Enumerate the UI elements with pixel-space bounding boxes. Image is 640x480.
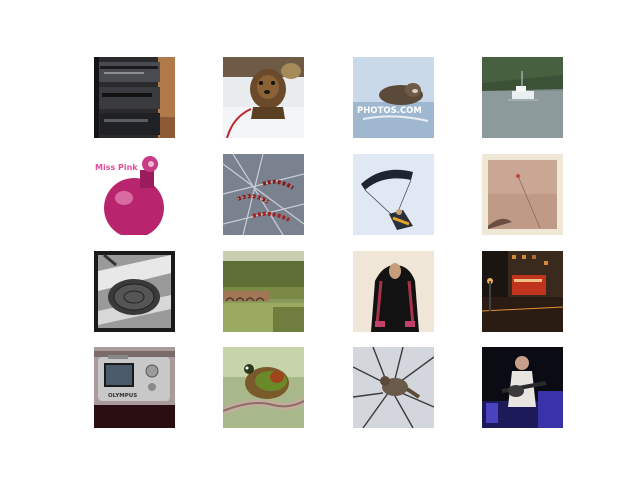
bird-in-tree-photo xyxy=(353,347,434,428)
polaroid-photo xyxy=(482,154,563,235)
image-tile-guitarist xyxy=(482,347,563,428)
image-tile-stereo xyxy=(94,57,175,138)
watermark-text: PHOTOS.COM xyxy=(357,106,422,116)
boat-photo xyxy=(482,57,563,138)
skydiver-photo xyxy=(353,154,434,235)
image-tile-skydiver xyxy=(353,154,434,235)
puppy-photo xyxy=(223,57,304,138)
image-tile-abaya xyxy=(353,251,434,332)
hummingbird-photo xyxy=(223,347,304,428)
viaduct-photo xyxy=(223,251,304,332)
night-street-photo xyxy=(482,251,563,332)
camera-brand-text: OLYMPUS xyxy=(108,393,137,399)
image-tile-polaroid xyxy=(482,154,563,235)
image-tile-camera: OLYMPUS xyxy=(94,347,175,428)
abaya-photo xyxy=(353,251,434,332)
perfume-photo: Miss Pink xyxy=(94,154,175,235)
image-tile-collars xyxy=(223,154,304,235)
perfume-label-text: Miss Pink xyxy=(95,163,138,172)
image-tile-perfume: Miss Pink xyxy=(94,154,175,235)
camera-photo: OLYMPUS xyxy=(94,347,175,428)
image-tile-manhole xyxy=(94,251,175,332)
stereo-photo xyxy=(94,57,175,138)
guitarist-photo xyxy=(482,347,563,428)
image-tile-night-street xyxy=(482,251,563,332)
image-tile-hummingbird xyxy=(223,347,304,428)
image-tile-viaduct xyxy=(223,251,304,332)
manhole-photo xyxy=(94,251,175,332)
otter-photo: PHOTOS.COM xyxy=(353,57,434,138)
image-tile-puppy xyxy=(223,57,304,138)
image-tile-otter: PHOTOS.COM xyxy=(353,57,434,138)
image-tile-boat xyxy=(482,57,563,138)
image-tile-bird-tree xyxy=(353,347,434,428)
collars-photo xyxy=(223,154,304,235)
